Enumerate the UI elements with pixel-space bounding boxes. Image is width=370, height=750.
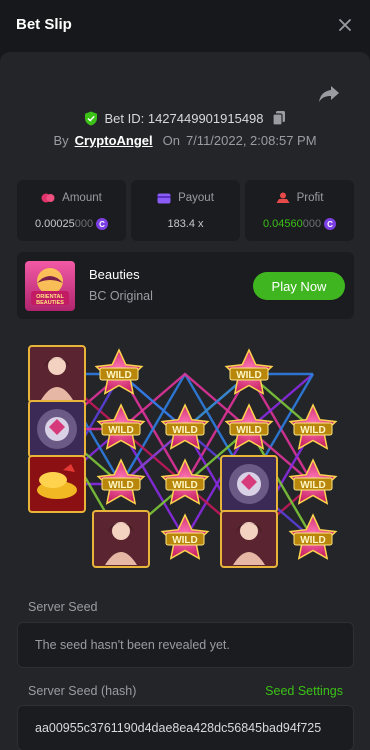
- bet-date: 7/11/2022, 2:08:57 PM: [185, 133, 317, 148]
- username-link[interactable]: CryptoAngel: [75, 133, 153, 148]
- payout-card: Payout 183.4 x: [131, 180, 240, 241]
- profit-icon: [276, 192, 290, 203]
- profit-value: 0.04560: [262, 218, 303, 230]
- thumb-text-2: BEAUTIES: [36, 300, 64, 306]
- wild-label: WILD: [300, 425, 326, 436]
- fan-symbol: [220, 455, 278, 513]
- play-now-button[interactable]: Play Now: [253, 272, 345, 300]
- wild-label: WILD: [108, 425, 134, 436]
- wild-label: WILD: [300, 535, 326, 546]
- shield-check-icon: [85, 111, 98, 125]
- by-label: By: [53, 133, 69, 148]
- profit-value-trailing: 000: [302, 218, 322, 230]
- bet-id-row: Bet ID: 142744990191549​8: [0, 110, 370, 126]
- amount-label: Amount: [62, 192, 102, 204]
- share-icon[interactable]: [318, 84, 340, 104]
- lady-symbol: [92, 510, 150, 568]
- server-seed-field[interactable]: The seed hasn't been revealed yet.: [17, 622, 354, 668]
- byline: By CryptoAngel On 7/11/2022, 2:08:57 PM: [0, 133, 370, 148]
- copy-icon[interactable]: [271, 110, 286, 126]
- wild-label: WILD: [106, 370, 132, 381]
- wild-symbol: WILD: [96, 458, 146, 505]
- game-thumbnail[interactable]: ORIENTAL BEAUTIES: [25, 261, 75, 311]
- wild-symbol: WILD: [160, 513, 210, 560]
- game-name[interactable]: Beauties: [89, 267, 140, 282]
- wild-symbol: WILD: [288, 513, 338, 560]
- amount-value-trailing: 000: [74, 218, 94, 230]
- wild-label: WILD: [236, 425, 262, 436]
- wild-label: WILD: [300, 480, 326, 491]
- page-title: Bet Slip: [16, 16, 72, 33]
- close-icon[interactable]: [332, 12, 358, 38]
- bet-id: Bet ID: 142744990191549​8: [104, 110, 264, 126]
- lady-symbol: [28, 345, 86, 403]
- amount-value: 0.00025: [34, 218, 75, 230]
- on-label: On: [162, 133, 180, 148]
- result-board: WILD WILD WILD WILD WILD WILD WILD WILD WILD WILD…: [28, 345, 338, 568]
- wild-label: WILD: [108, 480, 134, 491]
- payout-value: 183.4 x: [167, 218, 204, 230]
- profit-card: Profit 0.04560000 C: [245, 180, 354, 241]
- server-seed-label: Server Seed: [28, 600, 98, 614]
- payout-label: Payout: [178, 192, 214, 204]
- seed-settings-link[interactable]: Seed Settings: [265, 684, 343, 698]
- fan-symbol: [28, 400, 86, 458]
- wild-label: WILD: [172, 425, 198, 436]
- gold-symbol: [28, 455, 86, 513]
- game-provider: BC Original: [89, 289, 153, 303]
- wild-label: WILD: [236, 370, 262, 381]
- server-seed-hash-label: Server Seed (hash): [28, 684, 137, 698]
- bcd-coin-icon: C: [96, 218, 109, 230]
- wild-symbol: WILD: [288, 403, 338, 450]
- wild-label: WILD: [172, 480, 198, 491]
- chips-icon: [41, 193, 55, 203]
- header: Bet Slip: [0, 0, 370, 52]
- server-seed-hash-field[interactable]: aa00955c3761190d4dae8ea428dc56845bad94f7…: [17, 705, 354, 750]
- amount-card: Amount 0.00025000 C: [17, 180, 126, 241]
- bcd-coin-icon: C: [324, 218, 337, 230]
- lady-symbol: [220, 510, 278, 568]
- game-card: ORIENTAL BEAUTIES Beauties BC Original P…: [17, 252, 354, 319]
- card-icon: [157, 193, 171, 203]
- wild-label: WILD: [172, 535, 198, 546]
- profit-label: Profit: [296, 192, 324, 204]
